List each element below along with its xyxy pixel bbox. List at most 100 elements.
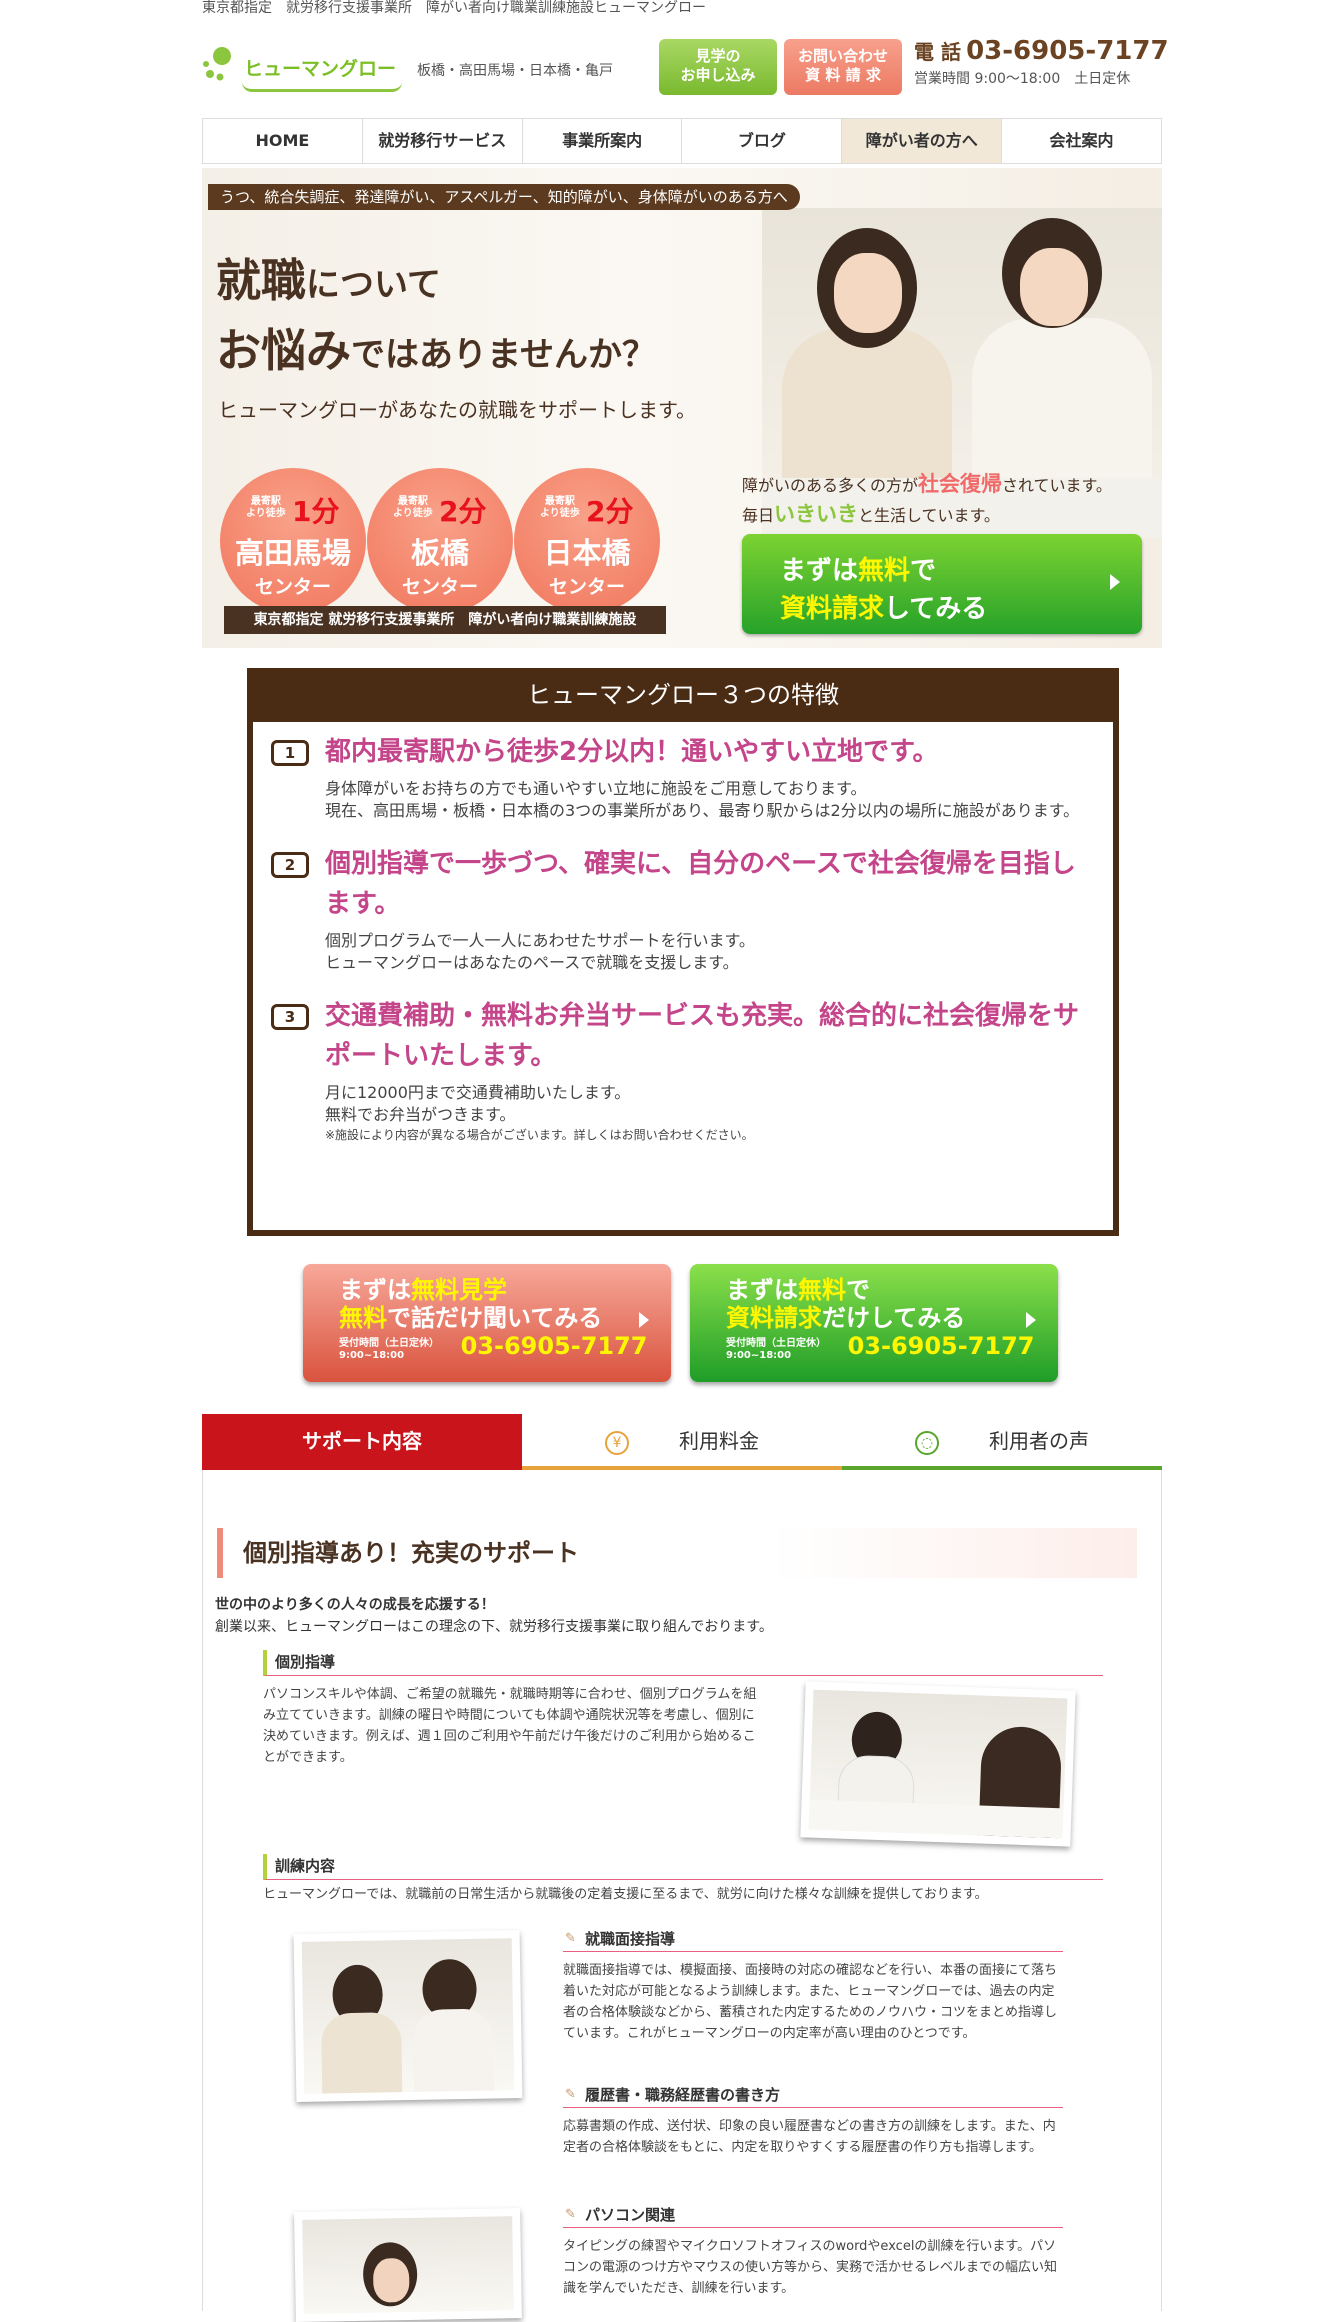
nav-company[interactable]: 会社案内 bbox=[1001, 119, 1162, 163]
center-itabashi[interactable]: 最寄駅 より徒歩 2分 板橋 センター bbox=[367, 468, 513, 614]
feature-number-icon: 2 bbox=[271, 852, 309, 878]
hero-subtitle: ヒューマングローがあなたの就職をサポートします。 bbox=[218, 398, 696, 422]
feature-text: 個別プログラムで一人一人にあわせたサポートを行います。 bbox=[325, 931, 755, 950]
main-nav: HOME 就労移行サービス 事業所案内 ブログ 障がい者の方へ 会社案内 bbox=[202, 118, 1162, 164]
logo-text: ヒューマングロー bbox=[244, 58, 397, 80]
features-panel: ヒューマングロー３つの特徴 1 都内最寄駅から徒歩2分以内！通いやすい立地です。… bbox=[247, 668, 1119, 1236]
topbar-text: 東京都指定 就労移行支援事業所 障がい者向け職業訓練施設ヒューマングロー bbox=[202, 0, 706, 16]
resume-heading: ✎ 履歴書・職務経歴書の書き方 bbox=[563, 2084, 1063, 2108]
nav-blog[interactable]: ブログ bbox=[681, 119, 841, 163]
feature-text: 無料でお弁当がつきます。 bbox=[325, 1105, 516, 1124]
features-box: 1 都内最寄駅から徒歩2分以内！通いやすい立地です。 身体障がいをお持ちの方でも… bbox=[253, 722, 1113, 1230]
contact-request-button[interactable]: お問い合わせ 資 料 請 求 bbox=[784, 39, 902, 95]
center-minutes: 2分 bbox=[439, 495, 487, 528]
feature-number-icon: 3 bbox=[271, 1004, 309, 1030]
features-title: ヒューマングロー３つの特徴 bbox=[527, 681, 839, 709]
cta-green-d: 資料請求 bbox=[726, 1304, 822, 1332]
section-title: 個別指導あり！充実のサポート bbox=[217, 1528, 1137, 1578]
header-areas: 板橋・高田馬場・日本橋・亀戸 bbox=[417, 63, 613, 79]
tab-label: サポート内容 bbox=[302, 1429, 422, 1453]
logo-swoosh bbox=[242, 82, 402, 92]
pc-heading-text: パソコン関連 bbox=[585, 2206, 676, 2224]
site-header: ヒューマングロー 板橋・高田馬場・日本橋・亀戸 見学の お申し込み お問い合わせ… bbox=[202, 22, 1169, 118]
interview-heading-text: 就職面接指導 bbox=[585, 1930, 676, 1948]
individual-text: パソコンスキルや体調、ご希望の就職先・就職時期等に合わせ、個別プログラムを組み立… bbox=[263, 1687, 757, 1765]
center-near: 最寄駅 より徒歩 bbox=[393, 496, 433, 519]
center-label: センター bbox=[548, 576, 625, 598]
center-nihonbashi[interactable]: 最寄駅 より徒歩 2分 日本橋 センター bbox=[514, 468, 660, 614]
free-visit-button[interactable]: まずは無料見学 無料で話だけ聞いてみる 受付時間（土日定休） 9:00~18:00… bbox=[303, 1264, 671, 1382]
tab-support[interactable]: サポート内容 bbox=[202, 1414, 522, 1470]
hero-line1-a: 障がいのある多くの方が bbox=[742, 476, 919, 495]
cta-pink-b: 無料見学 bbox=[411, 1276, 507, 1304]
contact-label-1: お問い合わせ bbox=[797, 47, 888, 65]
hero-h1-a: 就職 bbox=[216, 254, 307, 307]
cta-d: 資料請求 bbox=[780, 594, 885, 624]
business-hours: 営業時間 9:00〜18:00 土日定休 bbox=[914, 71, 1131, 87]
tab-fees[interactable]: ¥ 利用料金 bbox=[522, 1414, 842, 1470]
center-label: センター bbox=[401, 576, 478, 598]
site-logo[interactable]: ヒューマングロー bbox=[202, 34, 407, 96]
pc-heading: ✎ パソコン関連 bbox=[563, 2204, 1063, 2228]
cta-pink-c: 無料 bbox=[339, 1304, 387, 1332]
hero-line2-a: 毎日 bbox=[742, 506, 775, 525]
pen-icon: ✎ bbox=[565, 2207, 576, 2222]
center-name: 板橋 bbox=[410, 536, 469, 570]
reception-hours: 受付時間（土日定休） 9:00~18:00 bbox=[339, 1338, 439, 1362]
cta-pink-d: で話だけ聞いてみる bbox=[387, 1304, 603, 1332]
hero-line-1: 障がいのある多くの方が社会復帰されています。 bbox=[742, 468, 1112, 498]
nav-offices[interactable]: 事業所案内 bbox=[521, 119, 682, 163]
arrow-right-icon bbox=[1110, 574, 1120, 590]
feature-text: ヒューマングローはあなたのペースで就職を支援します。 bbox=[325, 953, 739, 972]
hero-h1-d: ではありませんか？ bbox=[351, 335, 656, 375]
feature-number-icon: 1 bbox=[271, 740, 309, 766]
feature-text: 身体障がいをお持ちの方でも通いやすい立地に施設をご用意しております。 bbox=[325, 779, 867, 798]
cta-c: で bbox=[910, 556, 937, 586]
arrow-right-icon bbox=[639, 1312, 649, 1328]
reception-label: 受付時間（土日定休） bbox=[726, 1338, 826, 1349]
hero-h1-c: お悩み bbox=[216, 324, 352, 377]
cta-green-a: まずは bbox=[726, 1276, 798, 1304]
features-note: ※施設により内容が異なる場合がございます。詳しくはお問い合わせください。 bbox=[325, 1128, 754, 1142]
hero-line1-c: されています。 bbox=[1002, 476, 1112, 495]
cta-green-c: で bbox=[846, 1276, 870, 1304]
tab-voices[interactable]: ◌ 利用者の声 bbox=[842, 1414, 1162, 1470]
feature-heading: 個別指導で一歩づつ、確実に、自分のペースで社会復帰を目指します。 bbox=[325, 849, 1076, 919]
hero-target-tag: うつ、統合失調症、発達障がい、アスペルガー、知的障がい、身体障がいのある方へ bbox=[208, 184, 800, 210]
pen-icon: ✎ bbox=[565, 1931, 576, 1946]
center-minutes: 1分 bbox=[292, 495, 340, 528]
nav-home[interactable]: HOME bbox=[202, 119, 362, 163]
individual-photo bbox=[800, 1681, 1076, 1847]
feature-item: 2 個別指導で一歩づつ、確実に、自分のペースで社会復帰を目指します。 個別プログ… bbox=[267, 834, 1099, 974]
free-materials-button[interactable]: まずは無料で 資料請求だけしてみる 受付時間（土日定休） 9:00~18:00 0… bbox=[690, 1264, 1058, 1382]
center-name: 日本橋 bbox=[543, 536, 631, 570]
cta-green-b: 無料 bbox=[798, 1276, 846, 1304]
pen-icon: ✎ bbox=[565, 2087, 576, 2102]
training-text: ヒューマングローでは、就職前の日常生活から就職後の定着支援に至るまで、就労に向け… bbox=[263, 1887, 988, 1902]
center-near: 最寄駅 より徒歩 bbox=[246, 496, 286, 519]
intro-bold: 世の中のより多くの人々の成長を応援する！ bbox=[215, 1597, 495, 1613]
hero-banner: うつ、統合失調症、発達障がい、アスペルガー、知的障がい、身体障がいのある方へ 就… bbox=[202, 168, 1162, 648]
feature-text: 月に12000円まで交通費補助いたします。 bbox=[325, 1083, 631, 1102]
content-tabs: サポート内容 ¥ 利用料金 ◌ 利用者の声 bbox=[202, 1414, 1162, 1470]
center-name: 高田馬場 bbox=[234, 536, 351, 570]
hero-request-materials-button[interactable]: まずは無料で 資料請求してみる bbox=[742, 534, 1142, 634]
hero-designation-badge: 東京都指定 就労移行支援事業所 障がい者向け職業訓練施設 bbox=[224, 606, 666, 634]
arrow-right-icon bbox=[1026, 1312, 1036, 1328]
header-phone[interactable]: 電 話 03-6905-7177 営業時間 9:00〜18:00 土日定休 bbox=[914, 36, 1169, 88]
pc-text: タイピングの練習やマイクロソフトオフィスのwordやexcelの訓練を行います。… bbox=[563, 2239, 1058, 2296]
tab-label: 利用者の声 bbox=[989, 1429, 1089, 1453]
nav-services[interactable]: 就労移行サービス bbox=[361, 119, 522, 163]
center-near: 最寄駅 より徒歩 bbox=[540, 496, 580, 519]
hero-line2-b: いきいき bbox=[774, 502, 859, 526]
leaf-logo-icon bbox=[203, 47, 231, 81]
pc-photo bbox=[294, 2208, 522, 2322]
resume-text: 応募書類の作成、送付状、印象の良い履歴書などの書き方の訓練をします。また、内定者… bbox=[563, 2119, 1056, 2155]
training-heading: 訓練内容 bbox=[263, 1854, 1103, 1880]
nav-for-disabled[interactable]: 障がい者の方へ bbox=[841, 119, 1002, 163]
visit-apply-button[interactable]: 見学の お申し込み bbox=[659, 39, 777, 95]
phone-number: 03-6905-7177 bbox=[966, 36, 1169, 66]
center-takadanobaba[interactable]: 最寄駅 より徒歩 1分 高田馬場 センター bbox=[220, 468, 366, 614]
feature-text: 現在、高田馬場・板橋・日本橋の3つの事業所があり、最寄り駅からは2分以内の場所に… bbox=[325, 801, 1080, 820]
center-label: センター bbox=[254, 576, 331, 598]
